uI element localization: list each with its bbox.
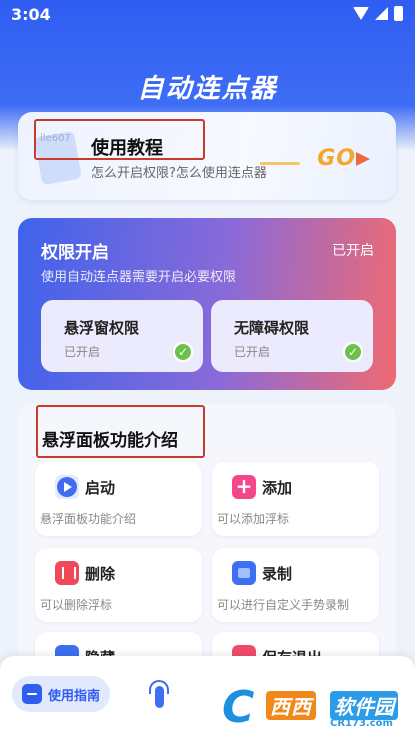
- watermark-url: CR173.com: [330, 718, 393, 729]
- feature-delete[interactable]: 删除 可以删除浮标: [35, 548, 202, 622]
- tutorial-subtitle: 怎么开启权限?怎么使用连点器: [91, 166, 267, 181]
- permission-status: 已开启: [64, 345, 101, 359]
- permissions-description: 使用自动连点器需要开启必要权限: [41, 270, 237, 285]
- site-watermark-logo: C 西西 软件园 CR173.com: [222, 682, 412, 734]
- feature-name: 录制: [262, 565, 293, 583]
- status-bar: 3:04: [0, 0, 415, 30]
- watermark-c-logo: C: [222, 682, 255, 733]
- feature-record[interactable]: 录制 可以进行自定义手势录制: [212, 548, 379, 622]
- tap-finger: [155, 686, 164, 708]
- permission-overlay[interactable]: 悬浮窗权限 已开启 ✓: [41, 300, 203, 372]
- tap-icon[interactable]: [147, 680, 171, 710]
- highlight-box-features: [36, 405, 205, 458]
- permission-label: 悬浮窗权限: [64, 319, 140, 337]
- check-icon: ✓: [173, 342, 193, 362]
- permissions-state: 已开启: [332, 243, 374, 259]
- wifi-icon: [353, 7, 369, 20]
- feature-desc: 可以进行自定义手势录制: [217, 598, 350, 612]
- feature-name: 添加: [262, 479, 293, 497]
- feature-name: 启动: [85, 479, 116, 497]
- go-badge: GO: [317, 146, 356, 171]
- watermark-brand: 西西: [266, 691, 316, 720]
- feature-add[interactable]: 添加 可以添加浮标: [212, 462, 379, 536]
- nav-guide-label: 使用指南: [48, 688, 101, 704]
- check-icon: ✓: [343, 342, 363, 362]
- highlight-box-tutorial: [34, 119, 205, 160]
- record-icon: [232, 561, 256, 585]
- app-title: 自动连点器: [137, 74, 278, 104]
- status-time: 3:04: [11, 5, 51, 24]
- permission-accessibility[interactable]: 无障碍权限 已开启 ✓: [211, 300, 373, 372]
- play-icon: [55, 475, 79, 499]
- feature-start[interactable]: 启动 悬浮面板功能介绍: [35, 462, 202, 536]
- feature-desc: 悬浮面板功能介绍: [40, 512, 137, 526]
- feature-name: 删除: [85, 565, 116, 583]
- permission-label: 无障碍权限: [234, 319, 310, 337]
- feature-desc: 可以删除浮标: [40, 598, 113, 612]
- permission-status: 已开启: [234, 345, 271, 359]
- permissions-title: 权限开启: [41, 243, 109, 263]
- guide-icon: [22, 684, 42, 704]
- nav-guide-button[interactable]: 使用指南: [12, 676, 110, 712]
- add-icon: [232, 474, 256, 499]
- signal-icon: [375, 7, 388, 20]
- permissions-card: 权限开启 已开启 使用自动连点器需要开启必要权限 悬浮窗权限 已开启 ✓ 无障碍…: [18, 218, 396, 390]
- arrow-right-icon: [356, 152, 370, 166]
- feature-desc: 可以添加浮标: [217, 512, 290, 526]
- go-streak: [260, 162, 300, 165]
- watermark-brand-2: 软件园: [330, 691, 398, 720]
- trash-icon: [55, 561, 79, 585]
- battery-icon: [394, 6, 403, 21]
